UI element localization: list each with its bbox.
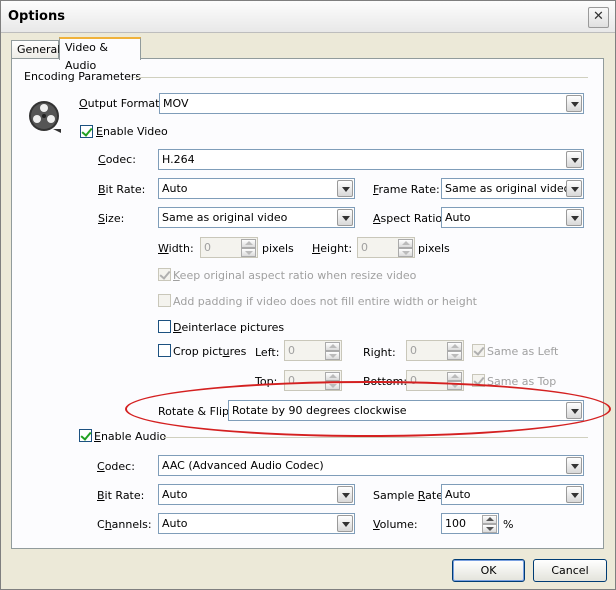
width-label: Width: [158, 242, 194, 255]
encoding-group-divider [133, 77, 588, 78]
crop-left-stepper[interactable]: 0 [284, 340, 342, 361]
tab-general[interactable]: General [11, 40, 60, 59]
chevron-down-icon [566, 209, 582, 226]
spin-up-icon[interactable] [482, 515, 497, 524]
frame-rate-label: Frame Rate: [373, 183, 440, 196]
enable-video-checkbox[interactable] [80, 125, 93, 138]
cancel-button[interactable]: Cancel [533, 559, 607, 582]
keep-aspect-checkbox[interactable] [158, 268, 171, 281]
audio-codec-label: Codec: [97, 460, 135, 473]
crop-left-label: Left: [255, 346, 280, 359]
width-unit: pixels [262, 242, 294, 255]
spin-up-icon[interactable] [241, 239, 256, 248]
deinterlace-label: Deinterlace pictures [173, 321, 285, 334]
channels-label: Channels: [97, 518, 152, 531]
spin-down-icon[interactable] [241, 248, 256, 257]
deinterlace-checkbox[interactable] [158, 320, 171, 333]
audio-bit-rate-select[interactable]: Auto [158, 484, 355, 505]
output-format-select[interactable]: MOV [159, 93, 584, 114]
spin-up-icon[interactable] [398, 239, 413, 248]
rotate-highlight-ellipse [125, 381, 611, 437]
output-format-label: Output Format: [79, 97, 164, 110]
chevron-down-icon [566, 151, 582, 168]
size-select[interactable]: Same as original video [158, 207, 355, 228]
sample-rate-label: Sample Rate: [373, 489, 447, 502]
aspect-ratio-select[interactable]: Auto [441, 207, 584, 228]
video-bit-rate-select[interactable]: Auto [158, 178, 355, 199]
sample-rate-select[interactable]: Auto [441, 484, 584, 505]
height-unit: pixels [418, 242, 450, 255]
add-padding-label: Add padding if video does not fill entir… [173, 295, 477, 308]
video-codec-label: Codec: [98, 153, 136, 166]
close-button[interactable]: ✕ [588, 7, 609, 28]
spin-down-icon[interactable] [325, 351, 340, 360]
frame-rate-select[interactable]: Same as original video [441, 178, 584, 199]
video-bit-rate-label: Bit Rate: [98, 183, 146, 196]
spin-up-icon[interactable] [325, 372, 340, 381]
audio-codec-select[interactable]: AAC (Advanced Audio Codec) [158, 455, 584, 476]
crop-right-stepper[interactable]: 0 [406, 340, 464, 361]
title-bar: Options ✕ [1, 1, 615, 33]
chevron-down-icon [337, 486, 353, 503]
chevron-down-icon [566, 486, 582, 503]
close-icon: ✕ [593, 9, 604, 24]
tab-video-audio[interactable]: Video & Audio [59, 37, 141, 72]
volume-unit: % [503, 518, 514, 531]
spin-down-icon[interactable] [482, 524, 497, 533]
channels-select[interactable]: Auto [158, 513, 355, 534]
volume-label: Volume: [373, 518, 418, 531]
film-reel-icon [29, 101, 61, 133]
chevron-down-icon [566, 457, 582, 474]
window-title: Options [8, 9, 65, 24]
chevron-down-icon [566, 95, 582, 112]
video-codec-select[interactable]: H.264 [158, 149, 584, 170]
crop-right-label: Right: [363, 346, 396, 359]
add-padding-checkbox[interactable] [158, 294, 171, 307]
enable-audio-label: Enable Audio [94, 430, 167, 443]
same-as-left-label: Same as Left [487, 345, 559, 358]
keep-aspect-label: Keep original aspect ratio when resize v… [173, 269, 417, 282]
spin-down-icon[interactable] [398, 248, 413, 257]
height-label: Height: [312, 242, 353, 255]
spin-down-icon[interactable] [447, 351, 462, 360]
height-stepper[interactable]: 0 [357, 237, 415, 258]
chevron-down-icon [337, 209, 353, 226]
same-as-left-checkbox[interactable] [472, 344, 485, 357]
ok-button[interactable]: OK [452, 559, 525, 582]
width-stepper[interactable]: 0 [200, 237, 258, 258]
enable-audio-checkbox[interactable] [79, 429, 92, 442]
options-dialog: Options ✕ General Video & Audio Encoding… [0, 0, 616, 590]
aspect-ratio-label: Aspect Ratio: [373, 212, 446, 225]
crop-checkbox[interactable] [158, 344, 171, 357]
size-label: Size: [98, 212, 125, 225]
spin-up-icon[interactable] [447, 372, 462, 381]
chevron-down-icon [566, 180, 582, 197]
crop-label: Crop pictures [173, 345, 247, 358]
audio-group-divider [163, 437, 588, 438]
spin-up-icon[interactable] [447, 342, 462, 351]
chevron-down-icon [337, 515, 353, 532]
volume-stepper[interactable]: 100 [441, 513, 499, 534]
audio-bit-rate-label: Bit Rate: [97, 489, 145, 502]
spin-up-icon[interactable] [325, 342, 340, 351]
chevron-down-icon [337, 180, 353, 197]
enable-video-label: Enable Video [96, 125, 168, 138]
